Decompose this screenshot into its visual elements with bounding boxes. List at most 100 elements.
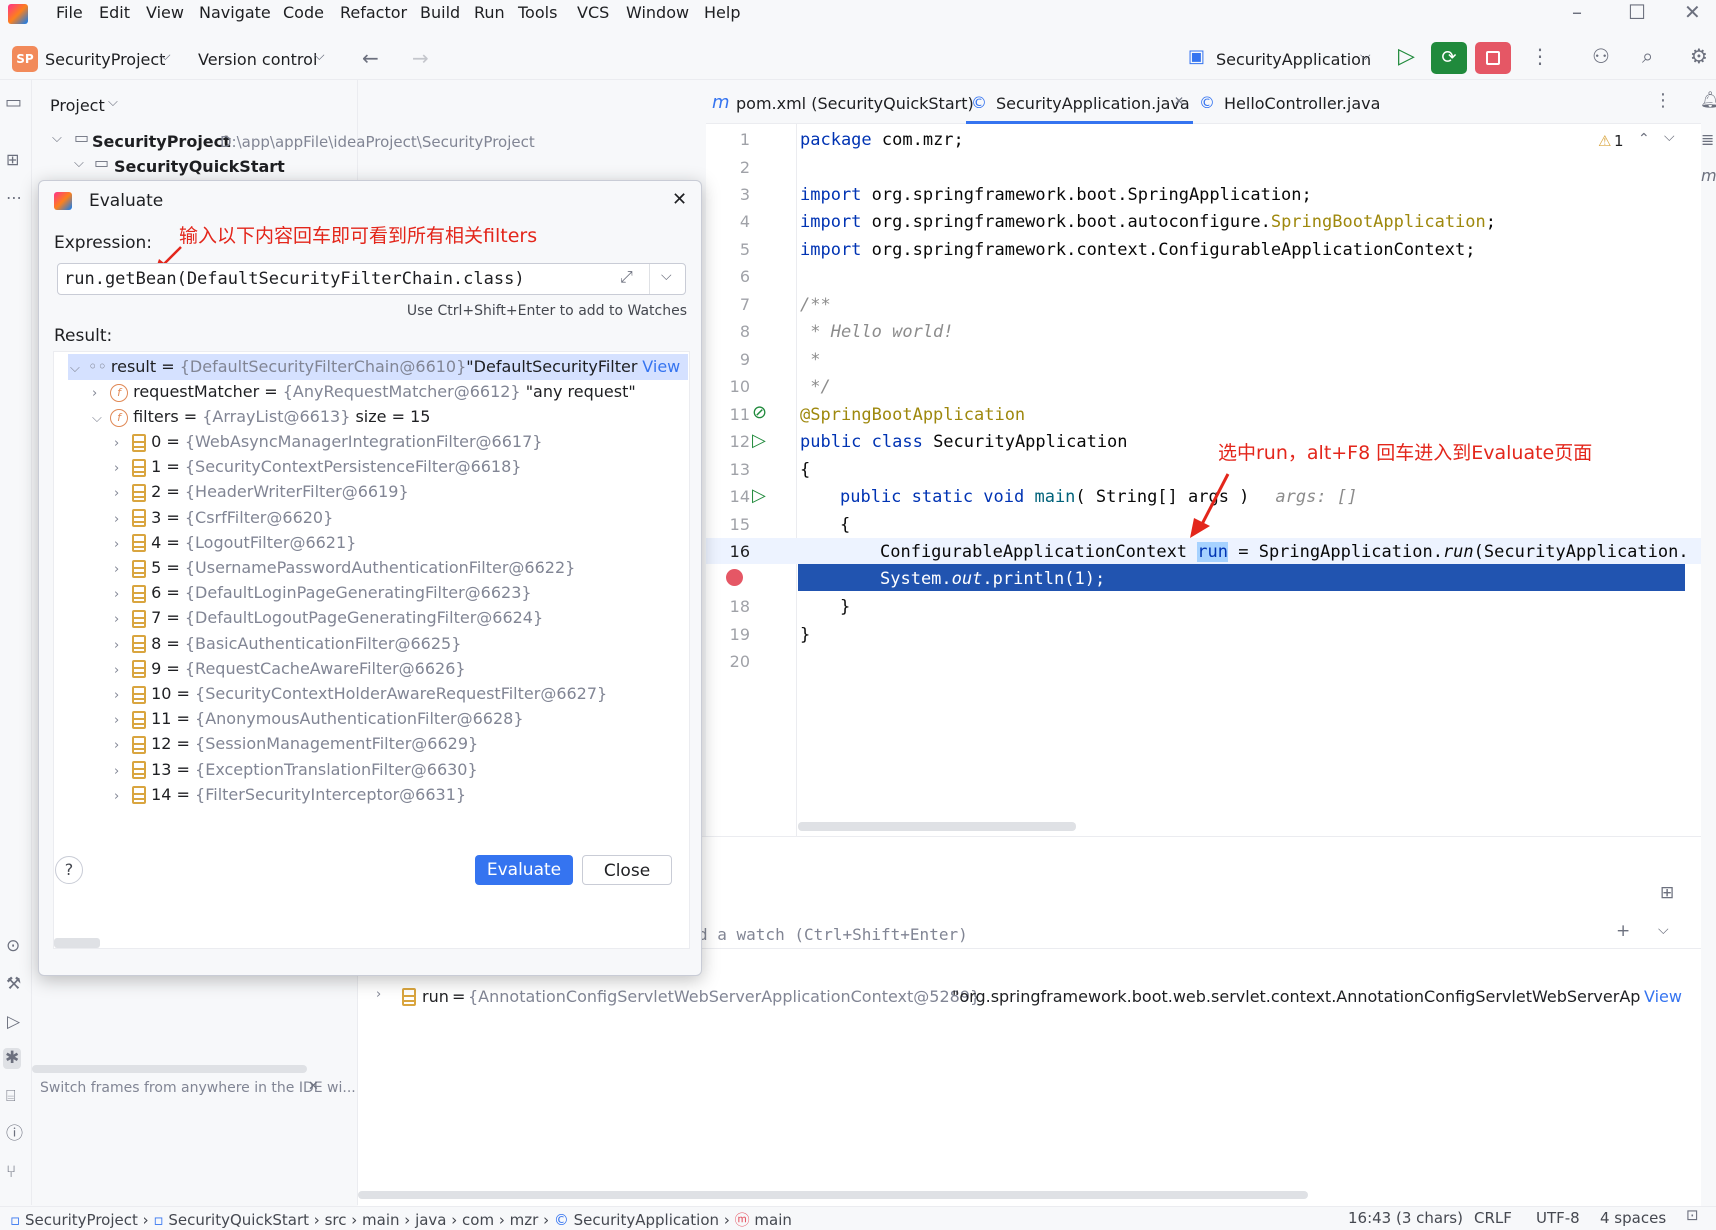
chevron-down-icon[interactable]: ⌵ — [1658, 923, 1669, 937]
menu-vcs[interactable]: VCS — [577, 3, 609, 22]
menu-edit[interactable]: Edit — [99, 3, 130, 22]
chevron-down-icon[interactable]: ⌵ — [108, 96, 118, 109]
chevron-right-icon[interactable]: › — [114, 713, 132, 728]
chevron-right-icon[interactable]: › — [114, 486, 132, 501]
watch-input[interactable]: d a watch (Ctrl+Shift+Enter) — [698, 925, 968, 944]
settings-icon[interactable]: ⚙ — [1690, 46, 1708, 66]
breakpoint-icon[interactable] — [726, 569, 743, 586]
filter-item-row[interactable]: › 12 = {SessionManagementFilter@6629} — [114, 734, 478, 754]
filter-item-row[interactable]: › 2 = {HeaderWriterFilter@6619} — [114, 482, 409, 502]
project-selector[interactable]: SecurityProject — [45, 50, 165, 69]
maven-tool-icon[interactable]: m — [1701, 168, 1716, 184]
chevron-right-icon[interactable]: › — [114, 688, 132, 703]
help-button[interactable]: ? — [55, 856, 83, 884]
debug-var-name[interactable]: run — [422, 987, 449, 1006]
chevron-right-icon[interactable]: › — [114, 612, 132, 627]
project-root[interactable]: SecurityProject — [92, 132, 231, 151]
filter-item-row[interactable]: › 7 = {DefaultLogoutPageGeneratingFilter… — [114, 608, 543, 628]
tab-pom-xml[interactable]: pom.xml (SecurityQuickStart) — [736, 94, 974, 113]
structure-tool-icon[interactable]: ⊞ — [6, 152, 19, 168]
minimize-icon[interactable]: – — [1572, 2, 1582, 22]
chevron-right-icon[interactable]: › — [114, 562, 132, 577]
menu-tools[interactable]: Tools — [518, 3, 557, 22]
chevron-down-icon[interactable]: ⌵ — [314, 49, 325, 63]
indent-setting[interactable]: 4 spaces — [1600, 1209, 1666, 1227]
filter-item-row[interactable]: › 5 = {UsernamePasswordAuthenticationFil… — [114, 558, 575, 578]
project-badge[interactable]: SP — [12, 46, 38, 72]
close-icon[interactable]: ✕ — [308, 1080, 319, 1093]
chevron-down-icon[interactable]: ⌵ — [1360, 49, 1371, 63]
crumb[interactable]: main — [754, 1211, 791, 1229]
chevron-right-icon[interactable]: › — [114, 789, 132, 804]
app-logo-icon[interactable] — [8, 4, 28, 24]
terminal-icon[interactable]: ⌸ — [6, 1088, 16, 1104]
crumb[interactable]: com — [462, 1211, 494, 1229]
menu-build[interactable]: Build — [420, 3, 460, 22]
chevron-down-icon[interactable]: ⌵ — [52, 132, 62, 145]
filter-item-row[interactable]: › 13 = {ExceptionTranslationFilter@6630} — [114, 760, 478, 780]
project-tool-icon[interactable]: ▭ — [5, 94, 22, 112]
more-icon[interactable]: ⋮ — [1530, 46, 1550, 66]
crumb[interactable]: src — [325, 1211, 347, 1229]
more-tools-icon[interactable]: ⋯ — [6, 190, 22, 206]
run-gutter-icon[interactable]: ▷ — [752, 485, 766, 506]
back-arrow-icon[interactable]: ← — [362, 48, 379, 68]
menu-help[interactable]: Help — [704, 3, 740, 22]
tab-hello-controller[interactable]: HelloController.java — [1224, 94, 1380, 113]
chevron-right-icon[interactable]: › — [114, 764, 132, 779]
expression-input[interactable]: run.getBean(DefaultSecurityFilterChain.c… — [64, 269, 525, 289]
expression-field[interactable]: run.getBean(DefaultSecurityFilterChain.c… — [57, 263, 686, 295]
chevron-right-icon[interactable]: › — [114, 537, 132, 552]
chevron-down-icon[interactable]: ⌵ — [74, 157, 84, 170]
warning-icon[interactable]: ⚠ — [1598, 132, 1611, 150]
stop-button[interactable] — [1475, 42, 1511, 74]
view-link[interactable]: View — [642, 357, 680, 376]
menu-view[interactable]: View — [146, 3, 184, 22]
filter-item-row[interactable]: › 6 = {DefaultLoginPageGeneratingFilter@… — [114, 583, 532, 603]
crumb[interactable]: SecurityProject — [25, 1211, 138, 1229]
user-icon[interactable]: ⚇ — [1592, 46, 1610, 66]
run-config-selector[interactable]: SecurityApplication — [1216, 50, 1371, 69]
chevron-right-icon[interactable]: › — [114, 638, 132, 653]
lock-icon[interactable]: ⊡ — [1686, 1208, 1699, 1223]
crumb[interactable]: java — [415, 1211, 446, 1229]
chevron-down-icon[interactable]: ⌵ — [1664, 130, 1675, 144]
panel-scrollbar[interactable] — [32, 1065, 307, 1073]
chevron-down-icon[interactable]: ⌵ — [160, 49, 171, 63]
vcs-selector[interactable]: Version control — [198, 50, 317, 69]
chevron-right-icon[interactable]: › — [376, 987, 394, 1002]
close-tab-icon[interactable]: ✕ — [1174, 95, 1184, 107]
close-window-icon[interactable]: ✕ — [1684, 2, 1701, 22]
crumb[interactable]: mzr — [510, 1211, 539, 1229]
menu-window[interactable]: Window — [626, 3, 689, 22]
chevron-right-icon[interactable]: › — [114, 512, 132, 527]
evaluate-button[interactable]: Evaluate — [475, 855, 573, 885]
debug-h-scrollbar[interactable] — [358, 1191, 1308, 1199]
filter-item-row[interactable]: › 11 = {AnonymousAuthenticationFilter@66… — [114, 709, 524, 729]
filter-item-row[interactable]: › 10 = {SecurityContextHolderAwareReques… — [114, 684, 607, 704]
filters-row[interactable]: ⌵ f filters = {ArrayList@6613} size = 15 — [92, 407, 430, 427]
file-encoding[interactable]: UTF-8 — [1536, 1209, 1580, 1227]
menu-file[interactable]: File — [56, 3, 83, 22]
layout-icon[interactable]: ⊞ — [1660, 885, 1674, 902]
line-separator[interactable]: CRLF — [1474, 1209, 1512, 1227]
run-tool-icon[interactable]: ▷ — [7, 1014, 20, 1031]
run-gutter-icon[interactable]: ▷ — [752, 430, 766, 451]
expand-icon[interactable]: ⤢ — [620, 269, 633, 285]
services-icon[interactable]: ⊙ — [6, 938, 20, 955]
debug-var-view-link[interactable]: View — [1644, 987, 1682, 1006]
close-icon[interactable]: ✕ — [672, 191, 687, 209]
spring-bean-icon[interactable]: ⊘ — [752, 402, 767, 423]
menu-refactor[interactable]: Refactor — [340, 3, 407, 22]
git-icon[interactable]: ⑂ — [6, 1164, 16, 1181]
chevron-right-icon[interactable]: › — [114, 738, 132, 753]
result-root[interactable]: ⌵ ◦◦ result = {DefaultSecurityFilterChain@… — [70, 357, 680, 376]
debug-tool-icon[interactable]: ✱ — [3, 1048, 22, 1069]
crumb[interactable]: main — [362, 1211, 399, 1229]
warning-count[interactable]: 1 — [1614, 132, 1624, 150]
chevron-right-icon[interactable]: › — [114, 663, 132, 678]
search-icon[interactable]: ⌕ — [1642, 46, 1653, 66]
add-watch-icon[interactable]: + — [1616, 923, 1630, 940]
editor-h-scrollbar[interactable] — [798, 822, 1076, 831]
filter-item-row[interactable]: › 3 = {CsrfFilter@6620} — [114, 508, 333, 528]
